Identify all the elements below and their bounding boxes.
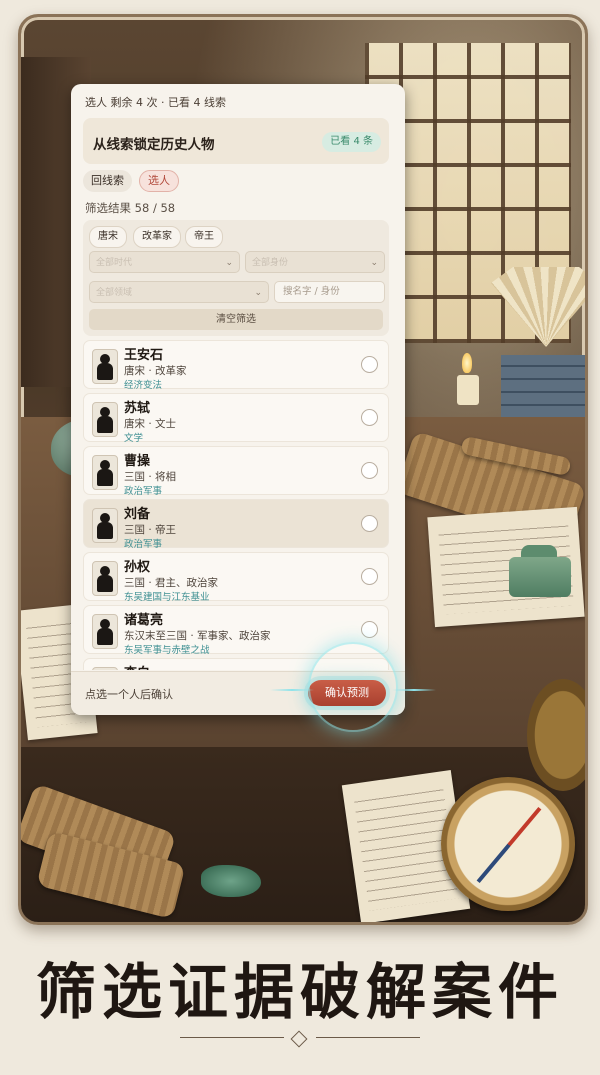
sound-wave-right: [392, 689, 436, 691]
radio-button[interactable]: [361, 568, 378, 585]
candle: [457, 375, 479, 405]
person-list: 王安石 唐宋 · 改革家 经济变法 苏轼 唐宋 · 文士 文学 曹操 三国 · …: [83, 340, 389, 670]
suspect-selection-panel: 选人 剩余 4 次 · 已看 4 线索 从线索锁定历史人物 已看 4 条 回线索…: [71, 84, 405, 715]
person-meta: 唐宋 · 改革家: [124, 365, 187, 377]
person-tag: 东吴军事与赤壁之战: [124, 645, 210, 656]
person-name: 孙权: [124, 560, 151, 575]
list-item[interactable]: 王安石 唐宋 · 改革家 经济变法: [83, 340, 389, 391]
portrait-icon: [92, 614, 118, 649]
portrait-icon: [92, 508, 118, 543]
person-name: 刘备: [124, 507, 151, 522]
field-select-placeholder: 全部领域: [96, 288, 133, 298]
sound-wave-left: [270, 689, 314, 691]
radio-button[interactable]: [361, 356, 378, 373]
radio-button[interactable]: [361, 621, 378, 638]
list-item[interactable]: 曹操 三国 · 将相 政治军事: [83, 446, 389, 497]
panel-header: 从线索锁定历史人物 已看 4 条: [83, 118, 389, 164]
chevron-down-icon: ⌄: [370, 258, 378, 268]
search-input[interactable]: 搜名字 / 身份: [274, 281, 385, 303]
radio-button[interactable]: [361, 515, 378, 532]
portrait-icon: [92, 455, 118, 490]
portrait-icon: [92, 561, 118, 596]
candle-flame: [462, 353, 472, 373]
list-item[interactable]: 孙权 三国 · 君主、政治家 东吴建国与江东基业: [83, 552, 389, 603]
confirm-glow-ring: [308, 642, 398, 732]
filter-chip-emperor[interactable]: 帝王: [185, 226, 223, 248]
person-meta: 三国 · 帝王: [124, 524, 177, 536]
panel-title: 从线索锁定历史人物: [93, 137, 215, 153]
filter-result-count: 筛选结果 58 / 58: [85, 201, 176, 215]
person-meta: 三国 · 将相: [124, 471, 177, 483]
radio-button[interactable]: [361, 409, 378, 426]
person-tag: 政治军事: [124, 486, 163, 497]
person-name: 李白: [124, 662, 150, 670]
portrait-icon: [92, 349, 118, 384]
jade-carving: [201, 865, 261, 897]
era-select[interactable]: 全部时代 ⌄: [89, 251, 240, 273]
divider-ornament: [180, 1030, 420, 1048]
person-meta: 唐宋 · 文士: [124, 418, 177, 430]
radio-button[interactable]: [361, 462, 378, 479]
person-name: 王安石: [124, 348, 164, 363]
person-tag: 经济变法: [124, 380, 163, 391]
person-name: 诸葛亮: [124, 613, 164, 628]
portrait-icon: [92, 402, 118, 437]
promo-slogan: 筛选证据破解案件: [36, 958, 564, 1028]
person-tag: 东吴建国与江东基业: [124, 592, 210, 603]
person-tag: 文学: [124, 433, 144, 444]
tab-back-to-clues[interactable]: 回线索: [83, 170, 132, 192]
clear-filters-button[interactable]: 清空筛选: [89, 309, 383, 330]
identity-select[interactable]: 全部身份 ⌄: [245, 251, 385, 273]
filter-box: 唐宋 改革家 帝王 全部时代 ⌄ 全部身份 ⌄ 全部领域 ⌄ 搜名字 / 身份 …: [83, 220, 389, 336]
field-select[interactable]: 全部领域 ⌄: [89, 281, 269, 303]
list-item[interactable]: 刘备 三国 · 帝王 政治军事: [83, 499, 389, 550]
portrait-icon: [92, 667, 118, 670]
status-line: 选人 剩余 4 次 · 已看 4 线索: [85, 96, 226, 109]
book-stack: [501, 355, 585, 417]
person-name: 苏轼: [124, 401, 151, 416]
seen-clues-badge: 已看 4 条: [322, 132, 381, 152]
filter-chip-reformer[interactable]: 改革家: [133, 226, 181, 248]
identity-select-placeholder: 全部身份: [252, 258, 289, 268]
footer-hint: 点选一个人后确认: [85, 688, 173, 701]
filter-chip-tang-song[interactable]: 唐宋: [89, 226, 127, 248]
list-item[interactable]: 苏轼 唐宋 · 文士 文学: [83, 393, 389, 444]
era-select-placeholder: 全部时代: [96, 258, 133, 268]
jade-seal: [509, 557, 571, 597]
person-tag: 政治军事: [124, 539, 163, 550]
chevron-down-icon: ⌄: [254, 288, 262, 298]
chevron-down-icon: ⌄: [225, 258, 233, 268]
tab-pick-person[interactable]: 选人: [139, 170, 179, 192]
person-meta: 三国 · 君主、政治家: [124, 577, 219, 589]
person-name: 曹操: [124, 454, 151, 469]
person-meta: 东汉末至三国 · 军事家、政治家: [124, 630, 271, 642]
